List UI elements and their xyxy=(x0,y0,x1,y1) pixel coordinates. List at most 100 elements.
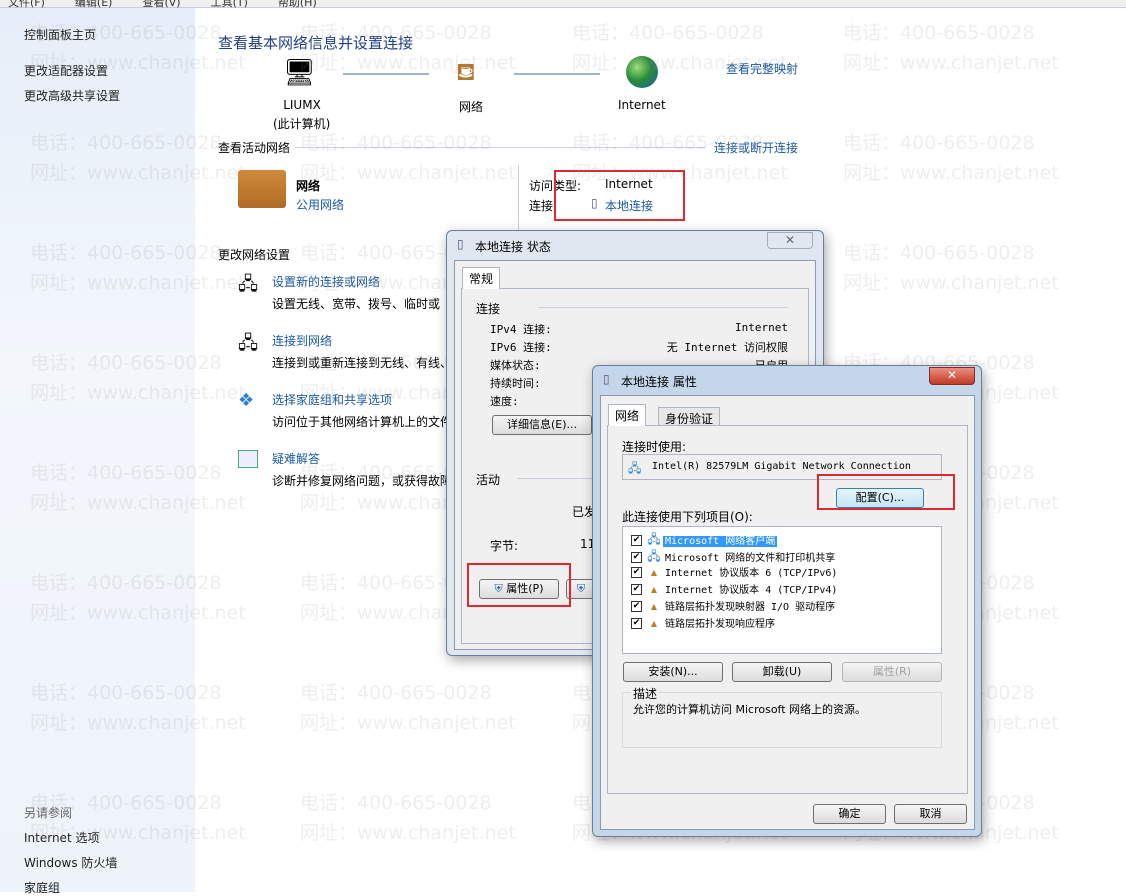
checkbox[interactable]: ✔ xyxy=(631,535,642,546)
protocol-icon: ▲ xyxy=(650,568,658,577)
task-connect-network[interactable]: 连接到网络 xyxy=(272,332,332,349)
connect-using-label: 连接时使用: xyxy=(622,440,687,454)
watermark: 电话：400-665-0028 xyxy=(300,682,492,704)
connect-disconnect-link[interactable]: 连接或断开连接 xyxy=(714,139,798,156)
description-text: 允许您的计算机访问 Microsoft 网络上的资源。 xyxy=(633,703,867,716)
watermark: 电话：400-665-0028 xyxy=(843,22,1035,44)
list-item[interactable]: ✔ ▲ 链路层拓扑发现映射器 I/O 驱动程序 xyxy=(631,598,837,614)
sidebar-adapter-settings[interactable]: 更改适配器设置 xyxy=(24,62,108,79)
task-desc: 诊断并修复网络问题，或获得故障 xyxy=(272,474,453,488)
status-row-label: 速度: xyxy=(490,395,519,408)
status-row-label: 媒体状态: xyxy=(490,359,541,372)
menu-help[interactable]: 帮助(H) xyxy=(278,0,317,9)
page-title: 查看基本网络信息并设置连接 xyxy=(218,34,414,52)
list-item[interactable]: ✔ ▲ 链路层拓扑发现响应程序 xyxy=(631,615,777,631)
status-row-label: 持续时间: xyxy=(490,377,541,390)
view-full-map-link[interactable]: 查看完整映射 xyxy=(726,60,798,77)
item-properties-button[interactable]: 属性(R) xyxy=(842,662,942,682)
watermark: 网址：www.chanjet.net xyxy=(300,162,516,184)
checkbox[interactable]: ✔ xyxy=(631,567,642,578)
troubleshoot-icon xyxy=(238,450,258,468)
connector-line xyxy=(514,73,600,75)
adapter-icon: 🖧 xyxy=(628,461,642,475)
close-button[interactable]: ✕ xyxy=(767,232,813,249)
list-item-label: 链路层拓扑发现映射器 I/O 驱动程序 xyxy=(665,602,836,613)
properties-dialog: ▯ 本地连接 属性 ✕ 网络 身份验证 连接时使用: 🖧 Intel(R) 82… xyxy=(592,365,982,837)
close-button[interactable]: ✕ xyxy=(929,367,975,385)
description-group: 描述 允许您的计算机访问 Microsoft 网络上的资源。 xyxy=(622,685,942,748)
tab-network[interactable]: 网络 xyxy=(608,404,647,426)
description-label: 描述 xyxy=(631,685,660,702)
tab-general[interactable]: 常规 xyxy=(462,267,501,289)
dialog-title: 本地连接 属性 xyxy=(621,375,697,389)
checkbox[interactable]: ✔ xyxy=(631,618,642,629)
protocol-icon: ▲ xyxy=(650,602,658,611)
bytes-label: 字节: xyxy=(490,539,519,553)
task-desc: 连接到或重新连接到无线、有线、 xyxy=(272,356,453,370)
highlight-box xyxy=(817,474,955,510)
watermark: 网址：www.chanjet.net xyxy=(843,162,1059,184)
install-button[interactable]: 安装(N)... xyxy=(623,662,723,682)
watermark: 网址：www.chanjet.net xyxy=(300,822,516,844)
active-networks-header: 查看活动网络 xyxy=(218,141,291,155)
task-homegroup[interactable]: 选择家庭组和共享选项 xyxy=(272,391,392,408)
status-row-label: IPv4 连接: xyxy=(490,323,552,336)
bench-icon xyxy=(238,170,286,208)
watermark: 网址：www.chanjet.net xyxy=(300,712,516,734)
network-type-link[interactable]: 公用网络 xyxy=(296,196,344,213)
sidebar-home[interactable]: 控制面板主页 xyxy=(24,26,96,43)
list-item[interactable]: ✔ ▲ Internet 协议版本 4 (TCP/IPv4) xyxy=(631,581,839,597)
watermark: 电话：400-665-0028 xyxy=(843,242,1035,264)
status-row-value: Internet xyxy=(735,321,788,334)
adapter-name: Intel(R) 82579LM Gigabit Network Connect… xyxy=(652,461,911,472)
task-desc: 访问位于其他网络计算机上的文件 xyxy=(272,415,453,429)
list-item-label: Microsoft 网络客户端 xyxy=(663,536,778,547)
computer-sub: (此计算机) xyxy=(273,117,331,131)
globe-icon xyxy=(626,56,658,88)
list-item[interactable]: ✔ ▲ Internet 协议版本 6 (TCP/IPv6) xyxy=(631,564,839,580)
status-row-label: IPv6 连接: xyxy=(490,341,552,354)
status-row-value: 无 Internet 访问权限 xyxy=(666,341,788,354)
computer-icon: 🖥 xyxy=(283,58,317,88)
list-item[interactable]: ✔ 🖧 Microsoft 网络客户端 xyxy=(631,530,778,547)
items-label: 此连接使用下列项目(O): xyxy=(622,510,753,524)
protocol-icon: ▲ xyxy=(650,619,658,628)
network-label: 网络 xyxy=(459,100,484,114)
activity-group-label: 活动 xyxy=(476,473,501,487)
watermark: 网址：www.chanjet.net xyxy=(843,52,1059,74)
sidebar-advanced-sharing[interactable]: 更改高级共享设置 xyxy=(24,87,120,104)
ok-button[interactable]: 确定 xyxy=(813,804,886,824)
bench-icon: ⛾ xyxy=(456,58,476,86)
watermark: 网址：www.chanjet.net xyxy=(843,272,1059,294)
highlight-box xyxy=(554,170,685,221)
checkbox[interactable]: ✔ xyxy=(631,552,642,563)
connections-label: 连接: xyxy=(529,199,558,213)
change-settings-header: 更改网络设置 xyxy=(218,248,291,262)
cancel-button[interactable]: 取消 xyxy=(894,804,967,824)
sidebar-firewall[interactable]: Windows 防火墙 xyxy=(24,854,117,871)
connection-group-label: 连接 xyxy=(476,302,501,316)
list-item-label: Internet 协议版本 4 (TCP/IPv4) xyxy=(665,585,838,596)
highlight-box xyxy=(467,563,571,607)
watermark: 电话：400-665-0028 xyxy=(572,22,764,44)
sidebar-homegroup[interactable]: 家庭组 xyxy=(24,879,60,896)
divider xyxy=(538,307,788,308)
checkbox[interactable]: ✔ xyxy=(631,601,642,612)
task-troubleshoot[interactable]: 疑难解答 xyxy=(272,450,320,467)
list-item[interactable]: ✔ 🖧 Microsoft 网络的文件和打印机共享 xyxy=(631,547,837,564)
watermark: 电话：400-665-0028 xyxy=(843,132,1035,154)
watermark: 电话：400-665-0028 xyxy=(300,132,492,154)
details-button[interactable]: 详细信息(E)... xyxy=(492,415,592,435)
checkbox[interactable]: ✔ xyxy=(631,584,642,595)
tab-authentication[interactable]: 身份验证 xyxy=(658,407,721,426)
list-item-label: Microsoft 网络的文件和打印机共享 xyxy=(665,553,836,564)
sidebar-internet-options[interactable]: Internet 选项 xyxy=(24,829,99,846)
items-list: ✔ 🖧 Microsoft 网络客户端 ✔ 🖧 Microsoft 网络的文件和打印机共享… xyxy=(622,526,942,654)
task-new-connection[interactable]: 设置新的连接或网络 xyxy=(272,273,380,290)
connect-network-icon: 🖧 xyxy=(238,333,259,354)
uninstall-button[interactable]: 卸载(U) xyxy=(732,662,832,682)
menu-tools[interactable]: 工具(T) xyxy=(211,0,248,9)
ethernet-icon: ▯ xyxy=(603,372,610,386)
see-also-label: 另请参阅 xyxy=(24,806,73,820)
shield-icon: ⛨ xyxy=(576,582,586,595)
